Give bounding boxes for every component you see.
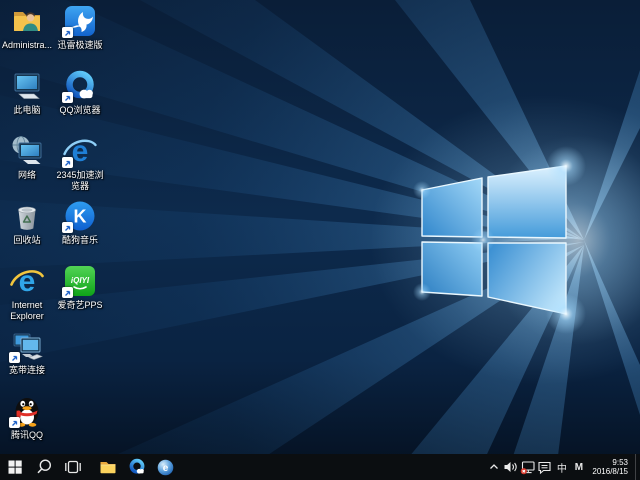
svg-text:e: e (163, 463, 169, 474)
shortcut-arrow-icon (62, 222, 73, 233)
user-folder-icon (10, 4, 44, 38)
desktop-icon-network[interactable]: 网络 (1, 134, 53, 196)
task-view-icon (63, 459, 83, 475)
shortcut-arrow-icon (62, 27, 73, 38)
desktop-icon-qq-browser[interactable]: QQ浏览器 (54, 69, 106, 131)
desktop-icon-thunder[interactable]: 迅雷极速版 (54, 4, 106, 66)
icon-label: 2345加速浏览器 (54, 170, 106, 192)
icon-label: 此电脑 (13, 105, 40, 116)
qq-penguin-icon (10, 394, 44, 428)
icon-label: Administra... (2, 40, 52, 51)
broadband-connection-icon (10, 329, 44, 363)
file-explorer-button[interactable] (93, 454, 122, 480)
taskbar: e (0, 454, 640, 480)
shortcut-arrow-icon (62, 157, 73, 168)
volume-icon[interactable] (502, 454, 519, 480)
hidden-icons-chevron[interactable] (485, 454, 502, 480)
start-button[interactable] (0, 454, 29, 480)
task-view-button[interactable] (58, 454, 87, 480)
svg-text:iQIYI: iQIYI (71, 276, 90, 285)
clock-time: 9:53 (592, 458, 628, 467)
desktop-icon-iqiyi[interactable]: iQIYI 爱奇艺PPS (54, 264, 106, 326)
shortcut-arrow-icon (9, 417, 20, 428)
qq-browser-icon (63, 69, 97, 103)
qq-browser-icon (128, 458, 146, 476)
recycle-bin-icon (10, 199, 44, 233)
2345-browser-taskbar-button[interactable]: e (151, 454, 180, 480)
kugou-music-icon: K (63, 199, 97, 233)
clock-date: 2016/8/15 (592, 467, 628, 476)
desktop-icon-kugou[interactable]: K 酷狗音乐 (54, 199, 106, 261)
svg-text:e: e (19, 265, 36, 298)
desktop-icon-this-pc[interactable]: 此电脑 (1, 69, 53, 131)
internet-explorer-icon: e (10, 264, 44, 298)
2345-globe-icon: e (157, 459, 174, 476)
network-globe-icon (10, 134, 44, 168)
thunder-bird-icon (63, 4, 97, 38)
shortcut-arrow-icon (62, 287, 73, 298)
input-language-indicator[interactable]: M (570, 454, 587, 480)
icon-label: QQ浏览器 (59, 105, 100, 116)
icon-label: 网络 (18, 170, 36, 181)
shortcut-arrow-icon (9, 352, 20, 363)
search-icon (35, 458, 53, 476)
chevron-up-icon (488, 461, 500, 473)
icon-label: 宽带连接 (9, 365, 45, 376)
clock[interactable]: 9:53 2016/8/15 (587, 454, 635, 480)
2345-browser-icon: e (63, 134, 97, 168)
icon-label: 迅雷极速版 (57, 40, 102, 51)
iqiyi-pps-icon: iQIYI (63, 264, 97, 298)
show-desktop-button[interactable] (635, 454, 640, 480)
desktop-icon-broadband[interactable]: 宽带连接 (1, 329, 53, 391)
computer-icon (10, 69, 44, 103)
desktop: Administra... 此电脑 (0, 0, 640, 480)
icon-label: Internet Explorer (1, 300, 53, 322)
icon-label: 爱奇艺PPS (57, 300, 102, 311)
action-center-icon[interactable] (536, 454, 553, 480)
shortcut-arrow-icon (62, 92, 73, 103)
icon-label: 酷狗音乐 (62, 235, 98, 246)
network-status-icon[interactable] (519, 454, 536, 480)
desktop-icon-tencent-qq[interactable]: 腾讯QQ (1, 394, 53, 456)
ime-mode-indicator[interactable]: 中 (553, 454, 570, 480)
icon-label: 回收站 (13, 235, 40, 246)
windows-logo-icon (7, 459, 23, 475)
search-button[interactable] (29, 454, 58, 480)
qq-browser-taskbar-button[interactable] (122, 454, 151, 480)
desktop-icon-recycle-bin[interactable]: 回收站 (1, 199, 53, 261)
system-tray: 中 M 9:53 2016/8/15 (485, 454, 640, 480)
icon-label: 腾讯QQ (11, 430, 43, 441)
desktop-icon-internet-explorer[interactable]: e Internet Explorer (1, 264, 53, 326)
svg-text:K: K (74, 207, 87, 227)
desktop-icon-2345-browser[interactable]: e 2345加速浏览器 (54, 134, 106, 196)
folder-icon (99, 459, 117, 475)
desktop-icon-administrator[interactable]: Administra... (1, 4, 53, 66)
